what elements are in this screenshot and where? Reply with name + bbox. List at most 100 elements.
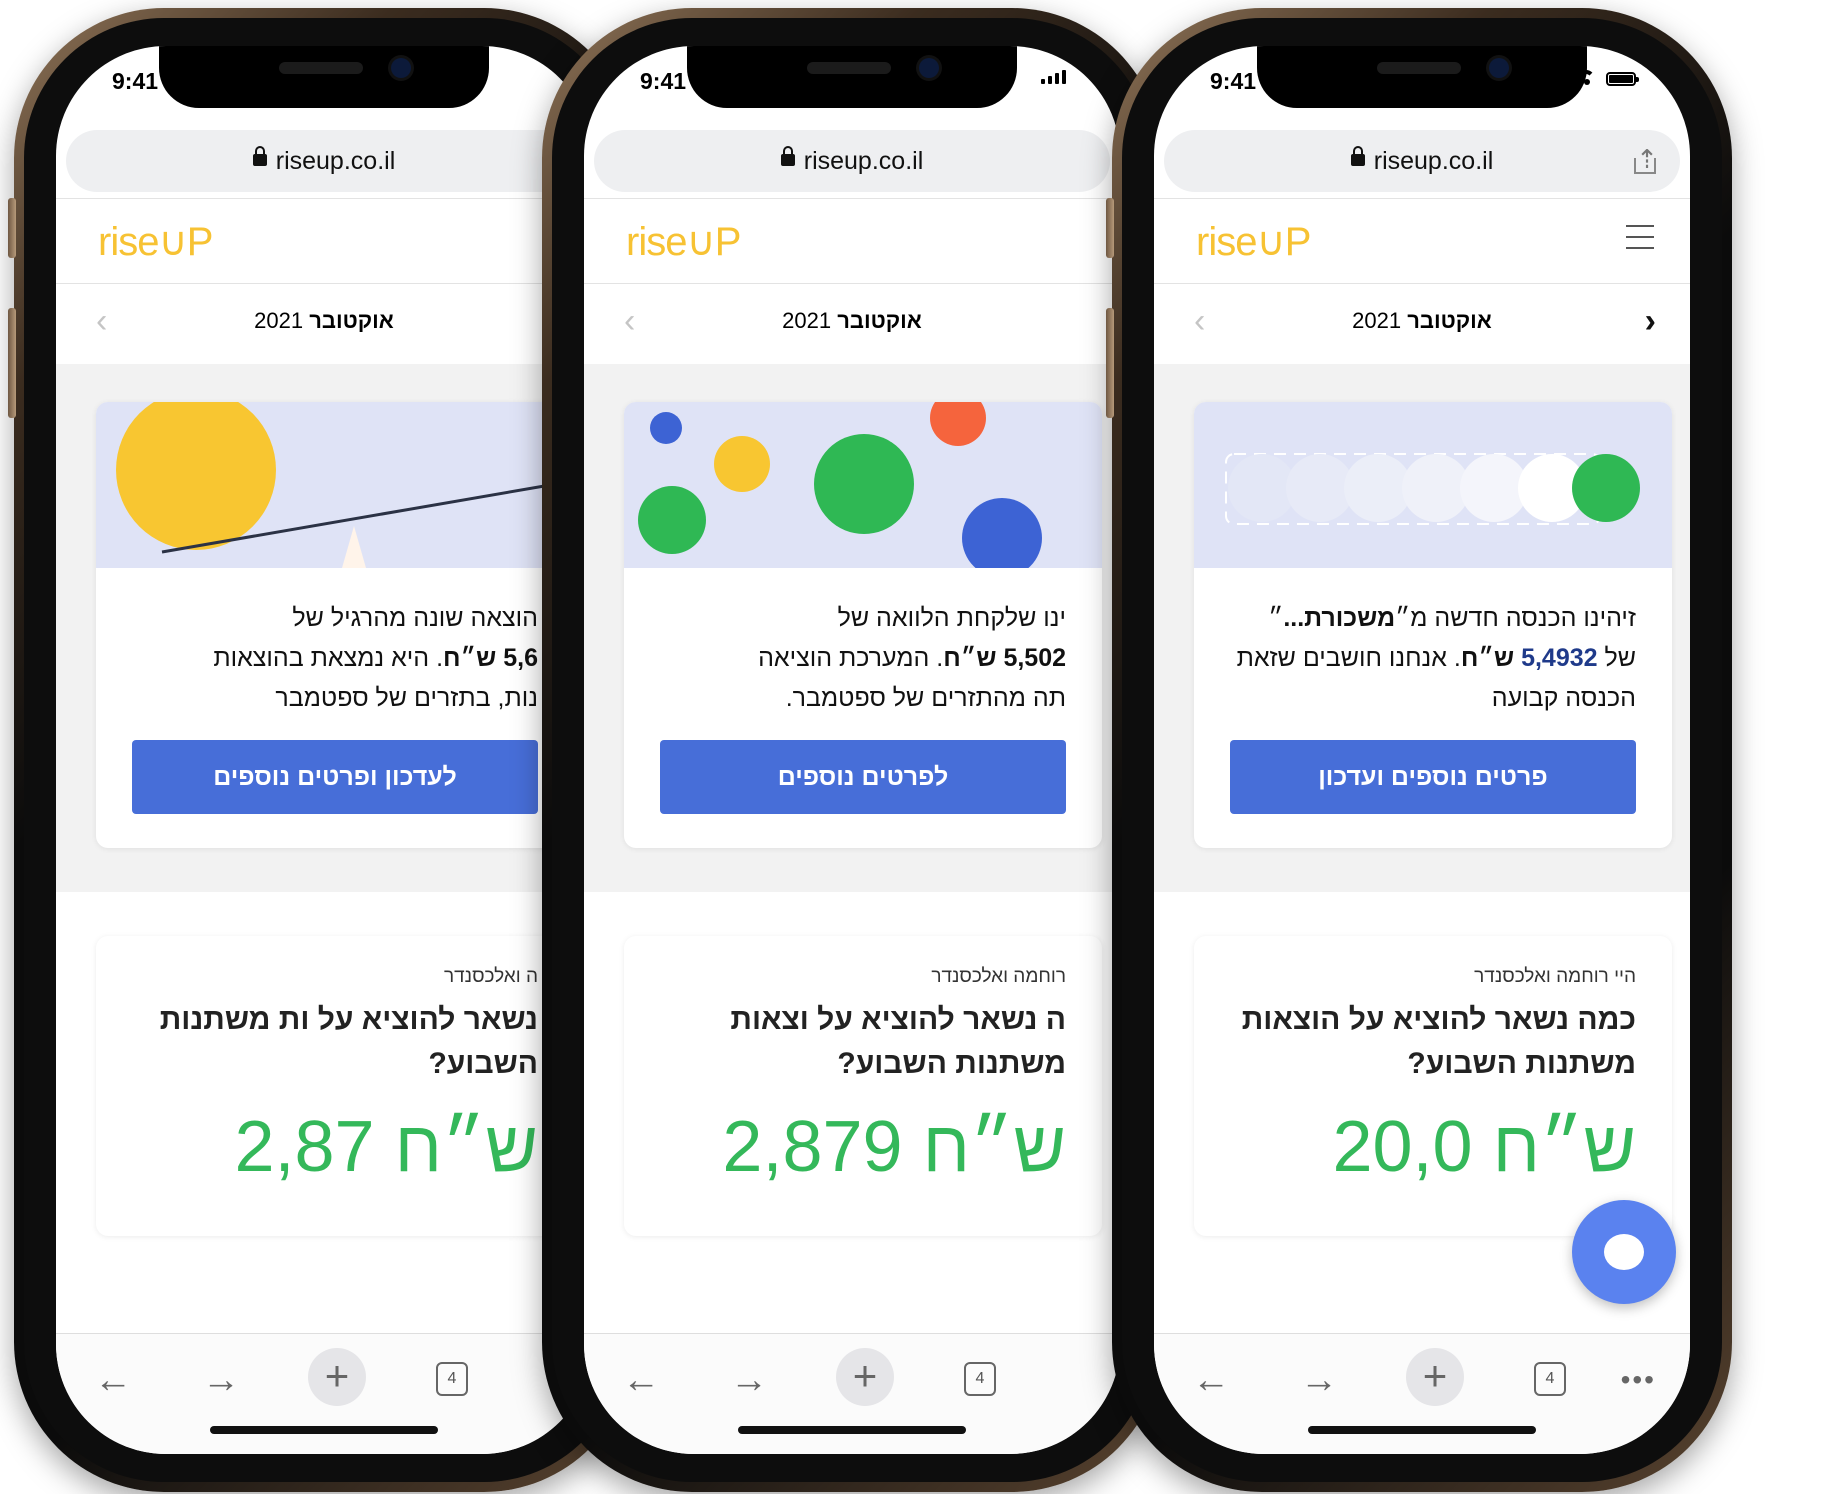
notch	[159, 46, 489, 108]
url-bar[interactable]: riseup.co.il	[594, 130, 1110, 192]
bubble	[930, 402, 986, 446]
url-bar[interactable]: riseup.co.il ⇡	[1164, 130, 1680, 192]
bubble	[814, 434, 914, 534]
camera	[391, 58, 411, 78]
details-and-update-button[interactable]: פרטים נוספים ועדכון	[1230, 740, 1636, 814]
month-label: אוקטובר 2021	[254, 308, 394, 333]
insight-card: זיהינו הכנסה חדשה מ״משכורת...״ של 5,4932…	[1194, 402, 1672, 848]
url-text: riseup.co.il	[275, 146, 396, 175]
home-indicator[interactable]	[738, 1426, 966, 1434]
new-tab-plus-icon[interactable]: +	[836, 1348, 894, 1406]
riseup-logo[interactable]: rise∪P	[626, 219, 741, 265]
greeting-text: היי רוחמה ואלכסנדר	[1474, 966, 1636, 987]
url-bar[interactable]: riseup.co.il	[66, 130, 582, 192]
bubble	[714, 436, 770, 492]
tabs-count-icon[interactable]: 4	[1534, 1362, 1566, 1396]
bubble	[962, 498, 1042, 568]
phone-frame-1: 9:41 riseup.co.il rise∪P ‹ אוקטובר 2021	[8, 8, 634, 1492]
phone-frame-2: 9:41 riseup.co.il rise∪P ‹ אוקטובר 2021	[542, 8, 1162, 1492]
phone-screen-3: 9:41 riseup.co.il ⇡ rise∪P ‹ אוקטובר 202…	[1154, 46, 1690, 1454]
more-menu-icon[interactable]: •••	[1621, 1364, 1656, 1396]
browser-toolbar: ← → + 4	[584, 1333, 1120, 1454]
lock-icon	[252, 146, 267, 166]
camera	[919, 58, 939, 78]
month-label: אוקטובר 2021	[1352, 308, 1492, 333]
update-details-button[interactable]: לעדכון ופרטים נוספים	[132, 740, 538, 814]
chevron-right-icon[interactable]: ›	[1645, 304, 1656, 338]
back-arrow-icon[interactable]: ←	[622, 1360, 660, 1400]
tabs-count-icon[interactable]: 4	[964, 1362, 996, 1396]
green-circle	[1572, 454, 1640, 522]
bubbles-illustration	[624, 402, 1102, 568]
weekly-question: כמה נשאר להוציא על הוצאות משתנות השבוע?	[1241, 1003, 1636, 1080]
weekly-budget-card: ה ואלכסנדר נשאר להוציא על ות משתנות השבו…	[96, 936, 574, 1236]
lock-icon	[1350, 146, 1365, 166]
forward-arrow-icon[interactable]: →	[202, 1360, 240, 1400]
side-button	[1106, 198, 1114, 258]
riseup-logo[interactable]: rise∪P	[1196, 219, 1311, 265]
status-icons	[1041, 70, 1066, 84]
remaining-amount: ש״ח 2,879	[722, 1107, 1066, 1187]
notch	[1257, 46, 1587, 108]
weekly-question: ה נשאר להוציא על וצאות משתנות השבוע?	[730, 1003, 1066, 1080]
side-button	[1106, 308, 1114, 418]
riseup-logo[interactable]: rise∪P	[98, 219, 213, 265]
speaker	[1377, 62, 1461, 74]
status-time: 9:41	[112, 68, 159, 94]
browser-toolbar: ← → + 4	[56, 1333, 592, 1454]
browser-toolbar: ← → + 4 •••	[1154, 1333, 1690, 1454]
phone-frame-3: 9:41 riseup.co.il ⇡ rise∪P ‹ אוקטובר 202…	[1106, 8, 1732, 1492]
new-tab-plus-icon[interactable]: +	[308, 1348, 366, 1406]
side-button	[8, 308, 16, 418]
month-nav: ‹ אוקטובר 2021 ›	[1154, 282, 1690, 365]
forward-arrow-icon[interactable]: →	[1300, 1360, 1338, 1400]
lock-icon	[780, 146, 795, 166]
income-circles-illustration	[1194, 402, 1672, 568]
site-header: rise∪P	[56, 198, 592, 284]
site-header: rise∪P	[584, 198, 1120, 284]
month-label: אוקטובר 2021	[782, 308, 922, 333]
bubble	[650, 412, 682, 444]
insight-card: הוצאה שונה מהרגיל של 5,6 ש״ח. היא נמצאת …	[96, 402, 574, 848]
weekly-budget-card: רוחמה ואלכסנדר ה נשאר להוציא על וצאות מש…	[624, 936, 1102, 1236]
tabs-count-icon[interactable]: 4	[436, 1362, 468, 1396]
signal-icon	[1041, 70, 1066, 84]
insight-text: הוצאה שונה מהרגיל של 5,6 ש״ח. היא נמצאת …	[213, 604, 538, 712]
status-time: 9:41	[640, 68, 687, 94]
side-button	[8, 198, 16, 258]
speaker	[807, 62, 891, 74]
bubble	[638, 486, 706, 554]
faded-circle	[1286, 454, 1354, 522]
back-arrow-icon[interactable]: ←	[1192, 1360, 1230, 1400]
month-nav: ‹ אוקטובר 2021	[584, 282, 1120, 365]
greeting-text: ה ואלכסנדר	[444, 966, 538, 987]
insight-text: ינו שלקחת הלוואה של 5,502 ש״ח. המערכת הו…	[758, 604, 1066, 712]
seesaw-pivot	[342, 526, 366, 568]
share-box-icon	[1634, 158, 1656, 174]
url-text: riseup.co.il	[803, 146, 924, 175]
status-time: 9:41	[1210, 68, 1257, 94]
greeting-text: רוחמה ואלכסנדר	[931, 966, 1066, 987]
url-text: riseup.co.il	[1373, 146, 1494, 175]
new-tab-plus-icon[interactable]: +	[1406, 1348, 1464, 1406]
big-yellow-circle	[116, 402, 276, 550]
home-indicator[interactable]	[210, 1426, 438, 1434]
weekly-budget-card: היי רוחמה ואלכסנדר כמה נשאר להוציא על הו…	[1194, 936, 1672, 1236]
notch	[687, 46, 1017, 108]
more-details-button[interactable]: לפרטים נוספים	[660, 740, 1066, 814]
phone-screen-1: 9:41 riseup.co.il rise∪P ‹ אוקטובר 2021	[56, 46, 592, 1454]
insight-text: זיהינו הכנסה חדשה מ״משכורת...״ של 5,4932…	[1236, 604, 1636, 712]
month-nav: ‹ אוקטובר 2021	[56, 282, 592, 365]
camera	[1489, 58, 1509, 78]
back-arrow-icon[interactable]: ←	[94, 1360, 132, 1400]
chat-bubble-icon[interactable]	[1572, 1200, 1676, 1304]
insight-card: ינו שלקחת הלוואה של 5,502 ש״ח. המערכת הו…	[624, 402, 1102, 848]
speaker	[279, 62, 363, 74]
faded-circle	[1460, 454, 1528, 522]
hamburger-menu-icon[interactable]	[1626, 225, 1654, 249]
faded-circle	[1228, 454, 1296, 522]
home-indicator[interactable]	[1308, 1426, 1536, 1434]
phone-screen-2: 9:41 riseup.co.il rise∪P ‹ אוקטובר 2021	[584, 46, 1120, 1454]
remaining-amount: ש״ח 20,0	[1332, 1107, 1636, 1187]
forward-arrow-icon[interactable]: →	[730, 1360, 768, 1400]
